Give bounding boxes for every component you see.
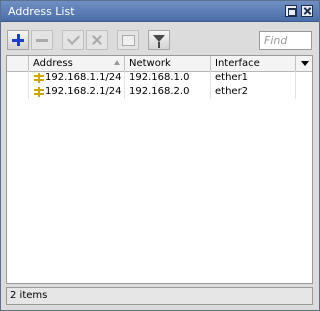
disable-icon [91,34,103,46]
window-title: Address List [8,5,75,18]
sort-ascending-icon [114,60,120,65]
add-button[interactable] [7,30,29,50]
row-flag-cell [7,85,29,99]
address-cell: 192.168.1.1/24 [29,71,125,85]
column-header-interface[interactable]: Interface [211,56,296,71]
toolbar [1,22,319,58]
header-spacer [7,56,29,71]
status-bar: 2 items [6,287,313,305]
filter-button[interactable] [148,30,170,50]
enable-button[interactable] [62,30,84,50]
table-row[interactable]: 192.168.2.1/24 192.168.2.0 ether2 [7,85,312,99]
remove-icon [36,38,48,42]
add-icon [12,34,24,46]
network-cell: 192.168.2.0 [125,85,211,99]
address-table: Address Network Interface 192.168.1.1/24… [6,55,313,284]
disable-button[interactable] [86,30,108,50]
filter-icon [153,34,165,48]
interface-cell: ether1 [211,71,296,85]
title-bar[interactable]: Address List [1,1,319,22]
column-header-address[interactable]: Address [29,56,125,71]
find-input[interactable] [259,31,312,50]
interface-cell: ether2 [211,85,296,99]
table-header: Address Network Interface [7,56,312,72]
column-menu-icon[interactable] [301,61,309,66]
column-header-label: Network [129,58,171,69]
enable-icon [66,32,80,45]
network-cell: 192.168.1.0 [125,71,211,85]
comment-button[interactable] [117,30,139,50]
address-list-window: Address List Address [0,0,320,311]
comment-icon [121,34,135,46]
column-header-label: Address [33,58,73,69]
row-flag-cell [7,71,29,85]
column-header-network[interactable]: Network [125,56,211,71]
item-count: 2 items [10,290,48,301]
table-row[interactable]: 192.168.1.1/24 192.168.1.0 ether1 [7,71,312,85]
maximize-icon[interactable] [285,5,297,17]
address-cell: 192.168.2.1/24 [29,85,125,99]
column-header-label: Interface [215,58,260,69]
close-icon[interactable] [301,5,313,17]
remove-button[interactable] [31,30,53,50]
